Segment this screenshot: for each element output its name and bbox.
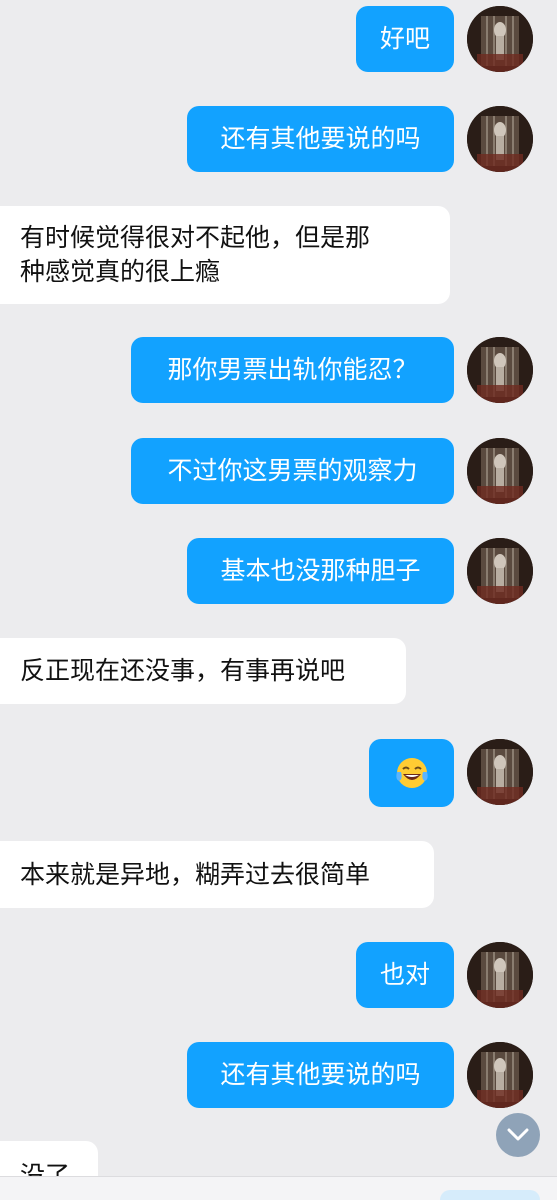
message-bubble-outgoing[interactable]: 那你男票出轨你能忍？: [131, 337, 454, 403]
avatar[interactable]: [467, 739, 533, 805]
message-bubble-incoming[interactable]: 有时候觉得很对不起他，但是那 种感觉真的很上瘾: [0, 206, 450, 304]
message-bubble-outgoing[interactable]: 也对: [356, 942, 454, 1008]
message-bubble-incoming[interactable]: 本来就是异地，糊弄过去很简单: [0, 841, 434, 908]
message-bubble-outgoing[interactable]: [369, 739, 454, 807]
message-bubble-outgoing[interactable]: 基本也没那种胆子: [187, 538, 454, 604]
avatar-image: [467, 438, 533, 504]
chevron-down-icon: [507, 1128, 529, 1141]
message-bubble-outgoing[interactable]: 还有其他要说的吗: [187, 1042, 454, 1108]
avatar-image: [467, 538, 533, 604]
avatar[interactable]: [467, 438, 533, 504]
message-bubble-outgoing[interactable]: 还有其他要说的吗: [187, 106, 454, 172]
scroll-to-bottom-button[interactable]: [496, 1113, 540, 1157]
avatar[interactable]: [467, 106, 533, 172]
avatar-image: [467, 6, 533, 72]
avatar-image: [467, 942, 533, 1008]
avatar[interactable]: [467, 538, 533, 604]
avatar-image: [467, 337, 533, 403]
send-button[interactable]: [440, 1190, 540, 1200]
tears-of-joy-emoji-icon: [395, 758, 428, 788]
chat-window: 好吧 还有其他要说的吗 有时候觉得很对不起他，但是那 种感觉真的很上瘾 那你男票…: [0, 0, 557, 1200]
avatar[interactable]: [467, 942, 533, 1008]
avatar-image: [467, 739, 533, 805]
avatar[interactable]: [467, 1042, 533, 1108]
avatar[interactable]: [467, 6, 533, 72]
message-bubble-incoming[interactable]: 反正现在还没事，有事再说吧: [0, 638, 406, 704]
message-bubble-outgoing[interactable]: 好吧: [356, 6, 454, 72]
avatar-image: [467, 106, 533, 172]
message-bubble-outgoing[interactable]: 不过你这男票的观察力: [131, 438, 454, 504]
avatar-image: [467, 1042, 533, 1108]
avatar[interactable]: [467, 337, 533, 403]
